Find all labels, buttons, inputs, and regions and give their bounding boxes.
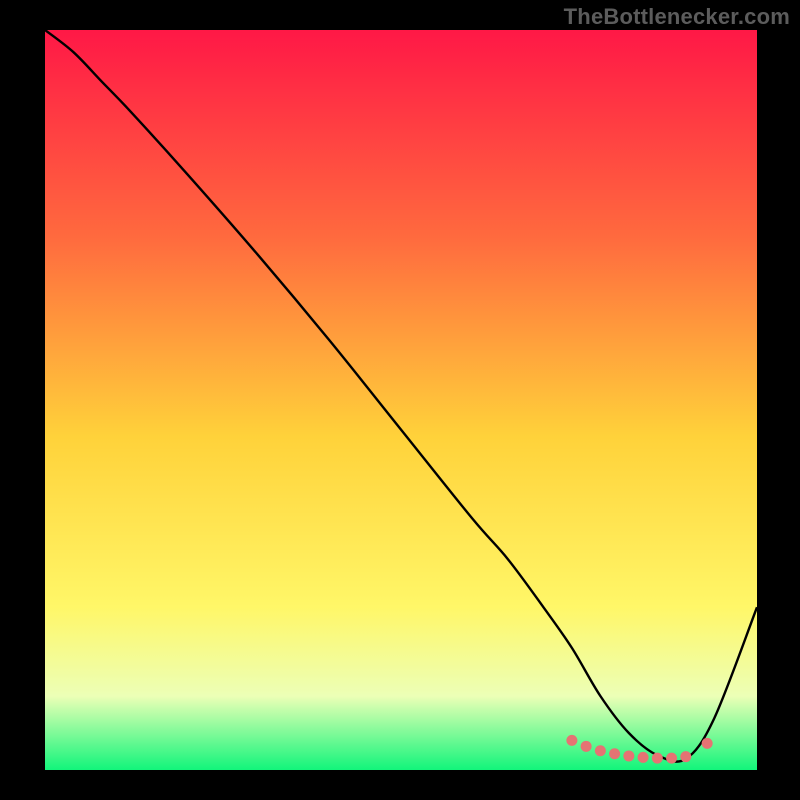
optimal-marker bbox=[652, 753, 663, 764]
attribution-label: TheBottlenecker.com bbox=[564, 4, 790, 30]
optimal-marker bbox=[702, 738, 713, 749]
optimal-marker bbox=[680, 751, 691, 762]
plot-area bbox=[45, 30, 757, 770]
optimal-marker bbox=[623, 750, 634, 761]
optimal-marker bbox=[595, 745, 606, 756]
gradient-background bbox=[45, 30, 757, 770]
optimal-marker bbox=[581, 741, 592, 752]
bottleneck-chart bbox=[45, 30, 757, 770]
chart-frame: TheBottlenecker.com bbox=[0, 0, 800, 800]
optimal-marker bbox=[566, 735, 577, 746]
optimal-marker bbox=[638, 752, 649, 763]
optimal-marker bbox=[666, 753, 677, 764]
optimal-marker bbox=[609, 748, 620, 759]
